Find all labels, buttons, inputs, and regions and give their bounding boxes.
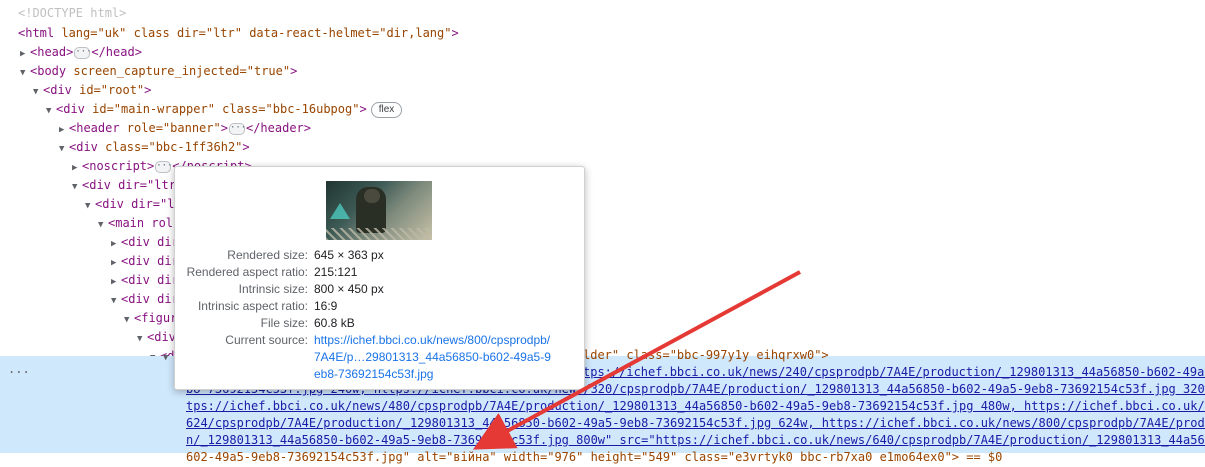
tag-div: <div dir [121,292,179,306]
tag-div: <div dir [121,235,179,249]
thumbnail-head [364,189,380,203]
tag-figure: <figur [134,311,178,325]
img-attrs-line[interactable]: 602-49a5-9eb8-73692154c53f.jpg" alt="вій… [186,448,1002,467]
tooltip-value: 60.8 kB [314,316,355,330]
triangle-down-icon[interactable]: ▼ [59,140,69,159]
tag-head: <head> [30,45,74,59]
dom-node-header[interactable]: ▶ <header role="banner"> ···</header> [59,119,311,138]
dom-node-html[interactable]: <html lang="uk" class dir="ltr" data-rea… [18,24,459,43]
attr-fragment: lder" class="bbc-997y1y eihqrxw0"> [583,348,829,362]
dom-node-head[interactable]: ▶ <head> ···</head> [20,43,142,62]
triangle-down-icon[interactable]: ▼ [163,349,173,368]
triangle-down-icon[interactable]: ▼ [72,178,82,197]
attr-body: screen_capture_injected="true" [66,64,291,78]
tooltip-label: Intrinsic size: [238,282,308,296]
dom-node-div-ltr[interactable]: ▼ <div dir="ltr [72,176,176,195]
tag-head-close: </head> [91,45,142,59]
tag-div: <div [147,330,176,344]
attr-root: id="root" [71,83,145,97]
tag-close: > [242,140,250,154]
triangle-down-icon[interactable]: ▼ [98,216,108,235]
tag-close: > [359,102,367,116]
tag-body: <body [30,64,67,78]
tag-noscript: <noscript> [82,159,155,173]
attr-main-wrapper: id="main-wrapper" class="bbc-16ubpog" [84,102,360,116]
tag-div: <div dir [121,254,179,268]
tooltip-label: Rendered aspect ratio: [186,265,308,279]
dom-node-div[interactable]: ▶ <div dir [111,271,179,290]
tooltip-value: 16:9 [314,299,338,313]
triangle-down-icon[interactable]: ▼ [111,292,121,311]
current-source-link[interactable]: https://ichef.bbci.co.uk/news/800/cpspro… [314,332,554,383]
ellipsis-icon[interactable]: ··· [155,160,173,173]
thumbnail-wire [326,228,432,240]
thumbnail-shape [330,203,350,219]
image-thumbnail [326,181,432,240]
dom-node-div[interactable]: ▶ <div dir [111,233,179,252]
node-actions-dots[interactable]: ... [8,362,30,376]
tag-div: <div [43,83,72,97]
tag-main: <main rol [108,216,174,230]
tooltip-value: 645 × 363 px [314,248,384,262]
dom-node-body[interactable]: ▼ <body screen_capture_injected="true"> [20,62,297,81]
triangle-down-icon[interactable]: ▼ [137,330,147,349]
dom-node-figure[interactable]: ▼ <figur [124,309,177,328]
dom-node-main-wrapper[interactable]: ▼ <div id="main-wrapper" class="bbc-16ubp… [46,100,403,121]
tag-header-close: </header> [245,121,311,135]
attr-header: role="banner" [119,121,221,135]
dom-node-div-l[interactable]: ▼ <div dir="l [85,195,174,214]
tag-close: > [144,83,152,97]
tag-html: <html [18,26,55,40]
tooltip-value: 215:121 [314,265,358,279]
tag-div: <div [69,140,98,154]
tag-div: <div dir="l [95,197,175,211]
triangle-down-icon[interactable]: ▼ [33,83,43,102]
tooltip-label: Intrinsic aspect ratio: [197,299,308,313]
doctype-line: <!DOCTYPE html> [18,6,127,20]
triangle-down-icon[interactable]: ▼ [124,311,134,330]
tag-div: <div dir="ltr [82,178,176,192]
ellipsis-icon[interactable]: ··· [228,122,246,135]
ellipsis-icon[interactable]: ··· [74,46,92,59]
tooltip-label: File size: [260,316,308,330]
dom-node-content[interactable]: ▼ <div class="bbc-1ff36h2"> [59,138,250,157]
tag-header: <header [69,121,120,135]
attr-class: class="bbc-1ff36h2" [97,140,243,154]
tag-close: > [220,121,228,135]
attr-html: lang="uk" class dir="ltr" data-react-hel… [54,26,452,40]
dom-node-div[interactable]: ▶ <div dir [111,252,179,271]
tag-div: <div [56,102,85,116]
dom-node-div[interactable]: ▼ <div [137,328,176,347]
triangle-down-icon[interactable]: ▼ [20,64,30,83]
tag-close: > [451,26,459,40]
dom-node-main[interactable]: ▼ <main rol [98,214,173,233]
triangle-down-icon[interactable]: ▼ [46,102,56,121]
tooltip-label: Rendered size: [227,248,308,262]
tag-div: <div dir [121,273,179,287]
tooltip-value: 800 × 450 px [314,282,384,296]
tooltip-label: Current source: [225,333,308,347]
triangle-down-icon[interactable]: ▼ [85,197,95,216]
flex-badge[interactable]: flex [370,101,403,118]
tag-close: > [290,64,298,78]
dom-node-picture[interactable]: ▼ [163,347,173,366]
image-info-tooltip: Rendered size: 645 × 363 px Rendered asp… [174,166,585,390]
dom-node-div[interactable]: ▼ <div dir [111,290,179,309]
dom-node-root[interactable]: ▼ <div id="root"> [33,81,151,100]
